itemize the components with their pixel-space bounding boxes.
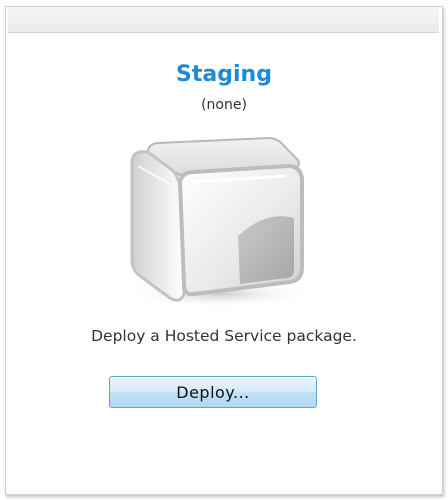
panel-header-strip: [8, 7, 439, 33]
section-title: Staging: [176, 62, 272, 87]
deploy-button[interactable]: Deploy...: [109, 376, 317, 408]
staging-panel: Staging (none) Deploy a Hosted Service p…: [5, 6, 443, 495]
deploy-description: Deploy a Hosted Service package.: [91, 327, 357, 345]
deployment-status: (none): [201, 97, 247, 113]
empty-box-icon: [118, 132, 314, 312]
